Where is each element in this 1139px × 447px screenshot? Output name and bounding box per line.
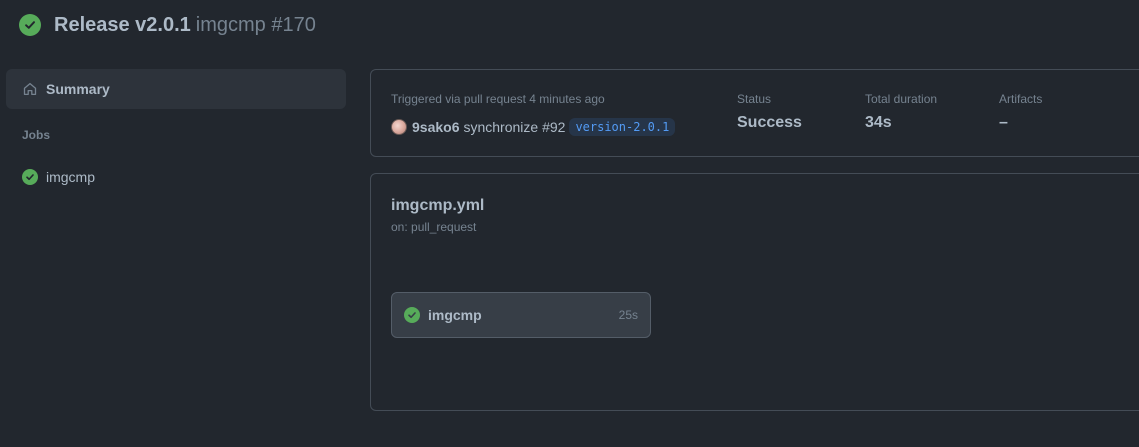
sidebar-item-summary[interactable]: Summary [6,69,346,109]
event-link[interactable]: synchronize #92 [463,119,565,135]
status-stat: Status Success [737,92,802,132]
workflow-run-page: Release v2.0.1 imgcmp #170 Summary Jobs … [0,0,1139,447]
jobs-heading: Jobs [22,128,51,142]
page-title: Release v2.0.1 [54,13,191,36]
duration-value[interactable]: 34s [865,114,937,132]
job-node-name: imgcmp [428,307,482,323]
run-summary-card: Triggered via pull request 4 minutes ago… [370,69,1139,157]
job-node-imgcmp[interactable]: imgcmp 25s [391,292,651,338]
trigger-event-line: 9sako6 synchronize #92 version-2.0.1 [391,117,676,137]
duration-stat: Total duration 34s [865,92,937,132]
page-header: Release v2.0.1 imgcmp #170 [19,12,316,38]
check-circle-fill-icon [22,169,38,185]
artifacts-label: Artifacts [999,92,1043,106]
workflow-graph-card: imgcmp.yml on: pull_request imgcmp 25s [370,173,1139,411]
artifacts-value: – [999,114,1008,131]
sidebar-item-label: imgcmp [46,169,96,185]
branch-label[interactable]: version-2.0.1 [569,118,676,136]
actor-link[interactable]: 9sako6 [412,119,459,135]
home-icon [23,82,37,96]
workflow-file-name: imgcmp.yml [391,197,485,214]
status-value: Success [737,114,802,131]
status-label: Status [737,92,772,106]
trigger-text: Triggered via pull request 4 minutes ago [391,92,605,106]
job-node-duration: 25s [618,308,638,322]
artifacts-stat: Artifacts – [999,92,1042,132]
workflow-trigger: on: pull_request [391,220,477,234]
check-circle-fill-icon [404,307,420,323]
check-circle-fill-icon [19,14,41,36]
sidebar-item-label: Summary [46,81,110,97]
run-identifier: imgcmp #170 [195,13,316,36]
sidebar-item-job-imgcmp[interactable]: imgcmp [22,168,95,186]
avatar[interactable] [391,119,407,135]
duration-label: Total duration [865,92,938,106]
